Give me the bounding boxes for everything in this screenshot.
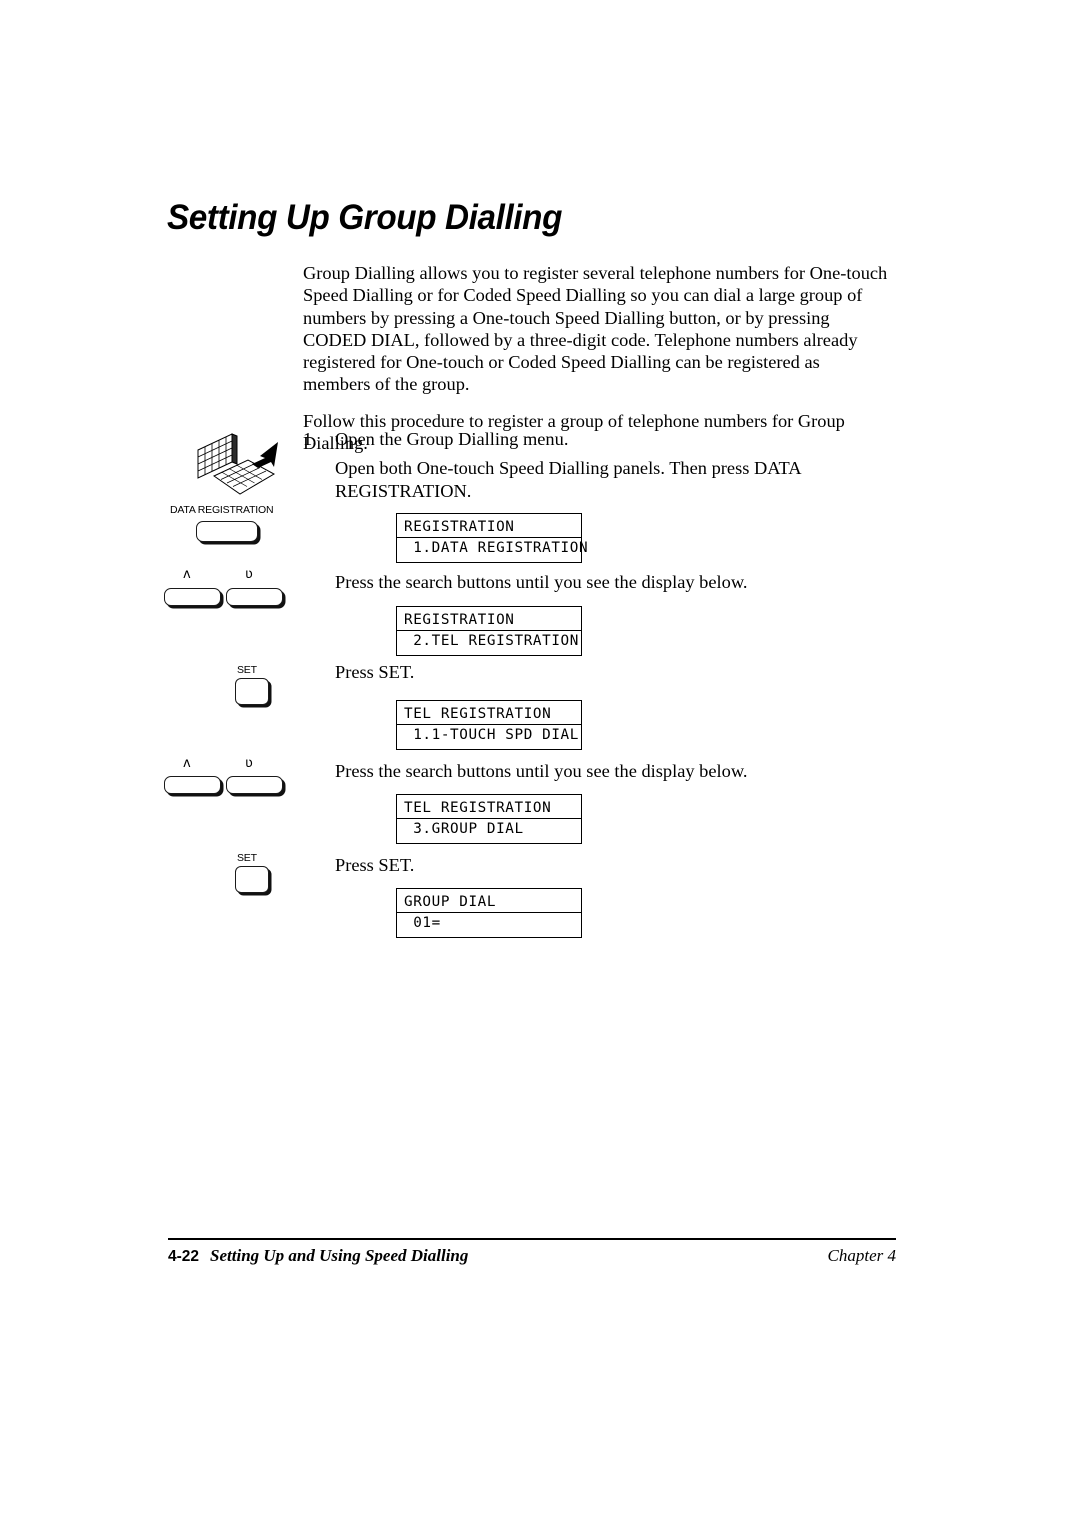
footer-divider <box>168 1238 896 1240</box>
search-down-button[interactable] <box>226 588 283 606</box>
lcd-display-tel-registration-group-dial: TEL REGISTRATION 3.GROUP DIAL <box>396 794 582 844</box>
lcd-line-1: TEL REGISTRATION <box>404 800 552 816</box>
search-up-caret-icon: ʌ <box>183 756 191 771</box>
lcd-display-tel-registration-1touch-spd-dial: TEL REGISTRATION 1.1-TOUCH SPD DIAL <box>396 700 582 750</box>
search-up-button[interactable] <box>164 776 221 794</box>
procedure-step-1: 1. Open the Group Dialling menu. Open bo… <box>303 428 893 502</box>
search-down-button[interactable] <box>226 776 283 794</box>
open-one-touch-panels-illustration <box>190 432 282 500</box>
lcd-display-registration-data-registration: REGISTRATION 1.DATA REGISTRATION <box>396 513 588 563</box>
set-button[interactable] <box>235 866 269 893</box>
footer-section-title: Setting Up and Using Speed Dialling <box>210 1246 469 1265</box>
instruction-set-1: Press SET. <box>335 662 415 682</box>
instruction-search-2: Press the search buttons until you see t… <box>335 761 748 781</box>
lcd-line-2: 2.TEL REGISTRATION <box>397 630 581 650</box>
instruction-set-2: Press SET. <box>335 855 415 875</box>
lcd-line-1: REGISTRATION <box>404 519 515 535</box>
instruction-search-1: Press the search buttons until you see t… <box>335 572 748 592</box>
lcd-line-2: 01= <box>397 912 581 932</box>
lcd-display-group-dial-01: GROUP DIAL 01= <box>396 888 582 938</box>
intro-text-block: Group Dialling allows you to register se… <box>303 262 888 454</box>
lcd-line-1: TEL REGISTRATION <box>404 706 552 722</box>
lcd-line-1: REGISTRATION <box>404 612 515 628</box>
set-button-label: SET <box>237 664 257 676</box>
search-up-button[interactable] <box>164 588 221 606</box>
intro-paragraph-1: Group Dialling allows you to register se… <box>303 263 888 395</box>
manual-page: Setting Up Group Dialling Group Dialling… <box>0 0 1080 1528</box>
step-heading: Open the Group Dialling menu. <box>335 429 569 449</box>
data-registration-button[interactable] <box>196 521 258 542</box>
lcd-line-2: 1.DATA REGISTRATION <box>397 537 588 557</box>
step-number: 1. <box>303 429 317 449</box>
search-down-caret-icon: ʋ <box>245 567 253 582</box>
footer-left-group: 4-22 Setting Up and Using Speed Dialling <box>168 1246 468 1266</box>
lcd-line-2: 3.GROUP DIAL <box>397 818 581 838</box>
set-button-label: SET <box>237 852 257 864</box>
lcd-line-1: GROUP DIAL <box>404 894 497 910</box>
page-footer: 4-22 Setting Up and Using Speed Dialling … <box>168 1246 896 1272</box>
search-up-caret-icon: ʌ <box>183 567 191 582</box>
set-button[interactable] <box>235 678 269 705</box>
search-down-caret-icon: ʋ <box>245 756 253 771</box>
lcd-display-registration-tel-registration: REGISTRATION 2.TEL REGISTRATION <box>396 606 582 656</box>
footer-chapter: Chapter 4 <box>827 1246 896 1265</box>
lcd-line-2: 1.1-TOUCH SPD DIAL <box>397 724 581 744</box>
step-detail: Open both One-touch Speed Dialling panel… <box>335 458 801 501</box>
data-registration-button-label: DATA REGISTRATION <box>170 504 274 516</box>
footer-page-number: 4-22 <box>168 1248 200 1265</box>
page-title: Setting Up Group Dialling <box>167 198 563 237</box>
